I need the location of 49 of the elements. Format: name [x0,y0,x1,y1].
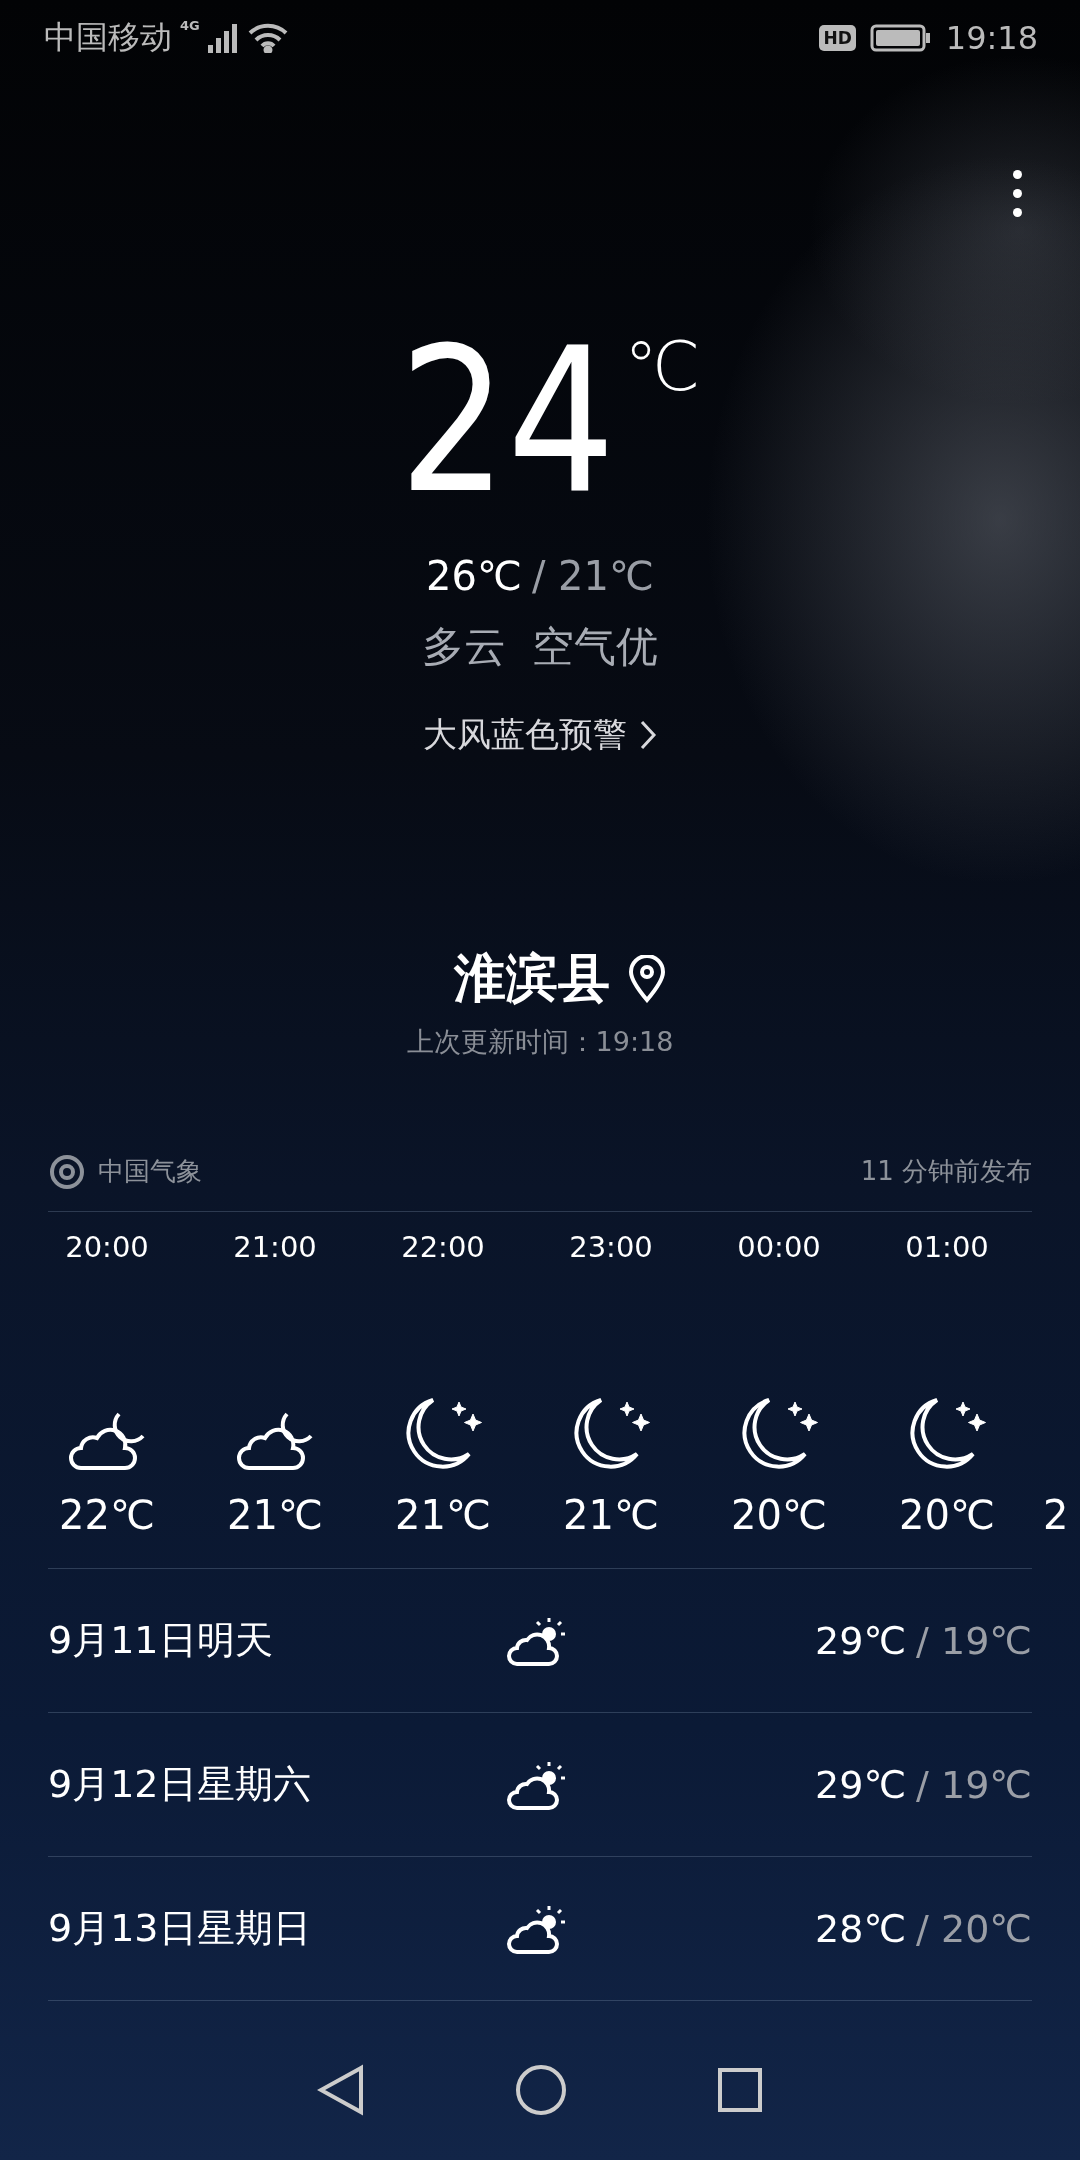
wifi-icon [247,23,288,53]
source-name: 中国气象 [98,1155,202,1188]
moon-stars-icon [571,1396,651,1472]
day-high: 28℃ [815,1906,907,1951]
hour-temperature: 2 [1043,1492,1069,1538]
hour-temperature: 21℃ [227,1492,323,1538]
moon-stars-icon [739,1396,819,1472]
hour-time: 22:00 [401,1229,485,1266]
clock-time: 19:18 [945,19,1038,57]
carrier-name: 中国移动 [44,17,172,58]
hour-temperature: 20℃ [731,1492,827,1538]
chevron-right-icon [639,719,657,751]
temperature-unit: ℃ [624,327,701,406]
battery-icon [869,23,932,53]
day-low: / 19℃ [916,1618,1032,1663]
hd-badge: HD [819,25,856,51]
recents-button[interactable] [717,2067,763,2113]
location-pin-icon [628,955,666,1003]
hour-time: 01:00 [905,1229,989,1266]
signal-icon [207,23,240,53]
publish-time: 11 分钟前发布 [860,1155,1032,1188]
moon-stars-icon [907,1396,987,1472]
hour-time: 23:00 [569,1229,653,1266]
day-date: 9月12日星期六 [48,1761,312,1808]
hour-temperature: 21℃ [563,1492,659,1538]
home-button[interactable] [515,2064,567,2116]
network-type: 4G [180,18,200,33]
day-date: 9月13日星期日 [48,1905,312,1952]
day-low: / 20℃ [916,1906,1032,1951]
hour-time: 21:00 [233,1229,317,1266]
weather-alert-link[interactable]: 大风蓝色预警 [417,711,663,759]
city-name: 淮滨县 [454,947,610,1010]
back-button[interactable] [317,2064,365,2116]
hour-time: 00:00 [737,1229,821,1266]
hour-temperature: 22℃ [59,1492,155,1538]
low-temperature: / 21℃ [531,553,654,599]
day-low: / 19℃ [916,1762,1032,1807]
current-temperature: 24 [398,321,615,521]
weather-condition: 多云 [422,621,506,673]
air-quality: 空气优 [532,621,658,673]
day-date: 9月11日明天 [48,1617,274,1664]
hour-temperature: 21℃ [395,1492,491,1538]
day-high: 29℃ [815,1618,907,1663]
hour-time: 20:00 [65,1229,149,1266]
high-temperature: 26℃ [426,553,522,599]
day-high: 29℃ [815,1762,907,1807]
hour-temperature: 20℃ [899,1492,995,1538]
last-updated: 上次更新时间：19:18 [406,1025,674,1059]
moon-stars-icon [403,1396,483,1472]
